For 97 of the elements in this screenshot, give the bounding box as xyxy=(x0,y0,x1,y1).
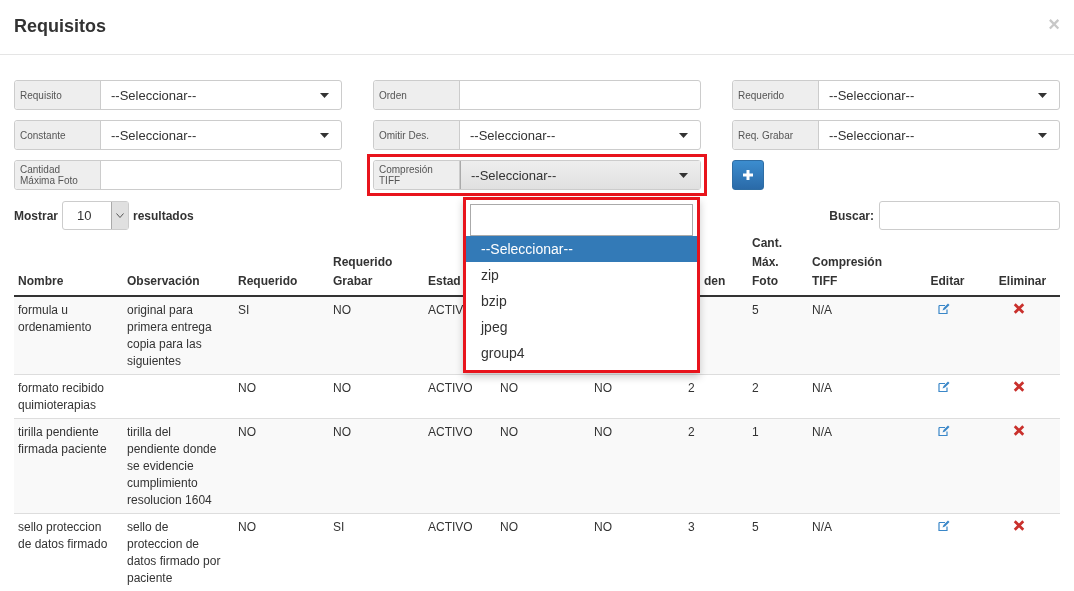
table-cell: NO xyxy=(594,381,612,395)
select-value: --Seleccionar-- xyxy=(111,127,197,143)
column-header: Requerido Grabar xyxy=(333,255,393,288)
table-cell: NO xyxy=(594,425,612,439)
dropdown-option[interactable]: group4 xyxy=(466,340,697,366)
table-cell: 3 xyxy=(688,520,695,534)
column-header: Nombre xyxy=(18,274,64,288)
select-value: --Seleccionar-- xyxy=(111,87,197,103)
dropdown-search-field[interactable] xyxy=(470,204,693,236)
table-cell: ACTIVO xyxy=(428,381,473,395)
table-cell: NO xyxy=(238,381,256,395)
table-cell: NO xyxy=(333,425,351,439)
table-cell: NO xyxy=(500,425,518,439)
input-field[interactable]: Orden xyxy=(373,80,701,110)
table-cell: sello proteccion de datos firmado xyxy=(18,520,108,551)
select-field[interactable]: Requisito --Seleccionar-- xyxy=(14,80,342,110)
caret-icon xyxy=(679,172,688,178)
table-cell: NO xyxy=(238,520,256,534)
select-field[interactable]: Requerido --Seleccionar-- xyxy=(732,80,1060,110)
column-header: Editar xyxy=(930,274,965,288)
column-header: Estad xyxy=(428,274,461,288)
add-button[interactable] xyxy=(732,160,764,190)
dropdown-option[interactable]: jpeg xyxy=(466,314,697,340)
caret-icon xyxy=(679,132,688,138)
column-header: Observación xyxy=(127,274,200,288)
select-field[interactable]: Compresión TIFF --Seleccionar-- xyxy=(373,160,701,190)
field-label: Compresión TIFF xyxy=(374,161,460,189)
select-field[interactable]: Req. Grabar --Seleccionar-- xyxy=(732,120,1060,150)
caret-icon xyxy=(320,132,329,138)
column-header: Eliminar xyxy=(998,274,1047,288)
column-header: Cant. Máx. Foto xyxy=(752,236,782,288)
table-cell: 2 xyxy=(688,381,695,395)
length-label: Mostrar xyxy=(14,208,58,223)
dropdown-option[interactable]: zip xyxy=(466,262,697,288)
edit-icon[interactable] xyxy=(937,303,950,314)
table-cell: tirilla pendiente firmada paciente xyxy=(18,425,107,456)
modal-title: Requisitos xyxy=(14,16,106,37)
table-cell: ACTIV xyxy=(428,303,464,317)
caret-icon xyxy=(1038,132,1047,138)
table-cell: 2 xyxy=(688,425,695,439)
edit-icon[interactable] xyxy=(937,381,950,392)
table-cell: N/A xyxy=(812,425,832,439)
field-label: Orden xyxy=(374,81,460,109)
table-cell: N/A xyxy=(812,520,832,534)
field-label: Constante xyxy=(15,121,101,149)
field-label: Requerido xyxy=(733,81,819,109)
search-label: Buscar: xyxy=(829,208,874,223)
field-label: Omitir Des. xyxy=(374,121,460,149)
caret-icon xyxy=(320,92,329,98)
table-cell: NO xyxy=(238,425,256,439)
plus-icon xyxy=(743,170,753,180)
edit-icon[interactable] xyxy=(937,425,950,436)
table-cell: NO xyxy=(333,381,351,395)
table-cell: SI xyxy=(333,520,345,534)
field-label: Req. Grabar xyxy=(733,121,819,149)
length-label: resultados xyxy=(133,208,194,223)
caret-icon xyxy=(1038,92,1047,98)
table-cell: N/A xyxy=(812,303,832,317)
table-cell: NO xyxy=(594,520,612,534)
edit-icon[interactable] xyxy=(937,520,950,531)
column-header: Requerido xyxy=(238,274,298,288)
delete-icon[interactable] xyxy=(1012,303,1025,314)
table-cell: ACTIVO xyxy=(428,425,473,439)
chevron-icon xyxy=(116,213,124,218)
column-header: den xyxy=(704,274,726,288)
field-label: Cantidad Máxima Foto xyxy=(15,161,101,189)
table-cell: 1 xyxy=(752,425,759,439)
select-value: --Seleccionar-- xyxy=(829,127,915,143)
select-field[interactable]: Omitir Des. --Seleccionar-- xyxy=(373,120,701,150)
delete-icon[interactable] xyxy=(1012,381,1025,392)
table-cell: 5 xyxy=(752,520,759,534)
table-cell: ACTIVO xyxy=(428,520,473,534)
select-value: --Seleccionar-- xyxy=(470,127,556,143)
search-field[interactable] xyxy=(879,201,1060,230)
delete-icon[interactable] xyxy=(1012,425,1025,436)
select-value: --Seleccionar-- xyxy=(829,87,915,103)
table-cell: N/A xyxy=(812,381,832,395)
dropdown-option[interactable]: bzip xyxy=(466,288,697,314)
dropdown-option[interactable]: --Seleccionar-- xyxy=(466,236,697,262)
table-cell: original para primera entrega copia para las siguientes xyxy=(127,303,212,368)
select-value: --Seleccionar-- xyxy=(471,167,557,183)
table-cell: NO xyxy=(333,303,351,317)
table-cell: tirilla del pendiente donde se evidencie cumplimiento resolucion 1604 xyxy=(127,425,217,507)
table-cell: 5 xyxy=(752,303,759,317)
table-cell: formula u ordenamiento xyxy=(18,303,92,334)
table-cell: NO xyxy=(500,381,518,395)
table-cell: SI xyxy=(238,303,250,317)
table-cell: formato recibido quimioterapias xyxy=(18,381,105,412)
select-field[interactable]: Constante --Seleccionar-- xyxy=(14,120,342,150)
column-header: Compresión TIFF xyxy=(812,255,882,288)
input-field[interactable]: Cantidad Máxima Foto xyxy=(14,160,342,190)
field-label: Requisito xyxy=(15,81,101,109)
table-cell: 2 xyxy=(752,381,759,395)
table-cell: NO xyxy=(500,520,518,534)
delete-icon[interactable] xyxy=(1012,520,1025,531)
page-length-select[interactable]: 10 xyxy=(62,201,129,230)
table-cell: sello de proteccion de datos firmado por paciente xyxy=(127,520,221,585)
